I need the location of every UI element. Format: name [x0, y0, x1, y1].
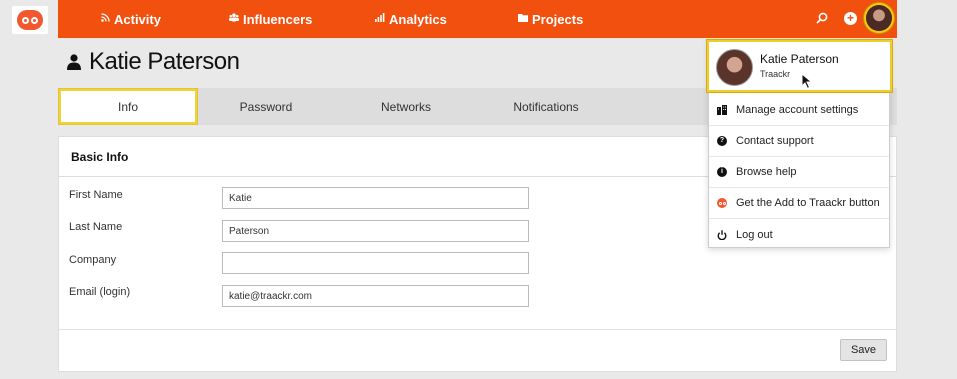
avatar[interactable] — [866, 5, 892, 31]
save-button[interactable]: Save — [840, 339, 887, 361]
last-name-field[interactable] — [222, 220, 529, 242]
add-icon[interactable]: + — [844, 12, 857, 25]
rss-icon — [101, 13, 110, 25]
menu-manage-account[interactable]: Manage account settings — [709, 95, 889, 126]
traackr-logo[interactable] — [12, 6, 48, 34]
page-title-text: Katie Paterson — [89, 48, 240, 75]
bar-chart-icon — [375, 13, 385, 25]
nav-activity-label: Activity — [114, 11, 161, 27]
menu-manage-account-label: Manage account settings — [736, 104, 859, 116]
influencers-icon — [229, 13, 239, 25]
profile-summary[interactable]: Katie Paterson Traackr — [707, 40, 892, 92]
card-footer-divider — [59, 329, 896, 330]
first-name-field[interactable] — [222, 187, 529, 209]
nav-influencers-label: Influencers — [243, 11, 313, 27]
menu-add-to-traackr-label: Get the Add to Traackr button — [736, 197, 880, 209]
last-name-label: Last Name — [69, 221, 123, 233]
menu-add-to-traackr[interactable]: Get the Add to Traackr button — [709, 188, 889, 219]
search-icon[interactable] — [815, 11, 829, 25]
menu-browse-help[interactable]: i Browse help — [709, 157, 889, 188]
card-title: Basic Info — [71, 150, 129, 164]
profile-name: Katie Paterson — [760, 52, 839, 66]
menu-log-out[interactable]: Log out — [709, 219, 889, 250]
tab-password[interactable]: Password — [206, 88, 326, 125]
nav-projects-label: Projects — [532, 11, 584, 27]
tab-info[interactable]: Info — [58, 88, 198, 125]
folder-icon — [518, 13, 528, 25]
info-icon: i — [717, 167, 727, 177]
email-label: Email (login) — [69, 286, 131, 298]
account-dropdown: Katie Paterson Traackr Manage account se… — [707, 40, 892, 250]
mouse-cursor-icon — [801, 73, 813, 90]
tab-networks[interactable]: Networks — [346, 88, 466, 125]
company-label: Company — [69, 254, 117, 266]
building-icon — [717, 105, 727, 115]
profile-org: Traackr — [760, 69, 791, 79]
nav-analytics[interactable]: Analytics — [375, 0, 447, 38]
top-nav-bar: Activity Influencers Analytics Projects … — [58, 0, 897, 38]
nav-influencers[interactable]: Influencers — [229, 0, 312, 38]
nav-projects[interactable]: Projects — [518, 0, 583, 38]
first-name-label: First Name — [69, 189, 123, 201]
power-icon — [717, 229, 727, 240]
nav-activity[interactable]: Activity — [101, 0, 161, 38]
traackr-logo-icon — [17, 10, 43, 30]
email-field[interactable] — [222, 285, 529, 307]
menu-contact-support-label: Contact support — [736, 135, 814, 147]
menu-log-out-label: Log out — [736, 228, 773, 241]
traackr-icon — [717, 198, 727, 208]
person-icon — [67, 54, 81, 70]
question-icon: ? — [717, 136, 727, 146]
menu-contact-support[interactable]: ? Contact support — [709, 126, 889, 157]
page-title: Katie Paterson — [67, 48, 240, 76]
tab-notifications[interactable]: Notifications — [486, 88, 606, 125]
nav-analytics-label: Analytics — [389, 11, 447, 27]
logo-column — [0, 0, 58, 379]
menu-browse-help-label: Browse help — [736, 166, 797, 178]
company-field[interactable] — [222, 252, 529, 274]
profile-avatar — [716, 49, 753, 86]
